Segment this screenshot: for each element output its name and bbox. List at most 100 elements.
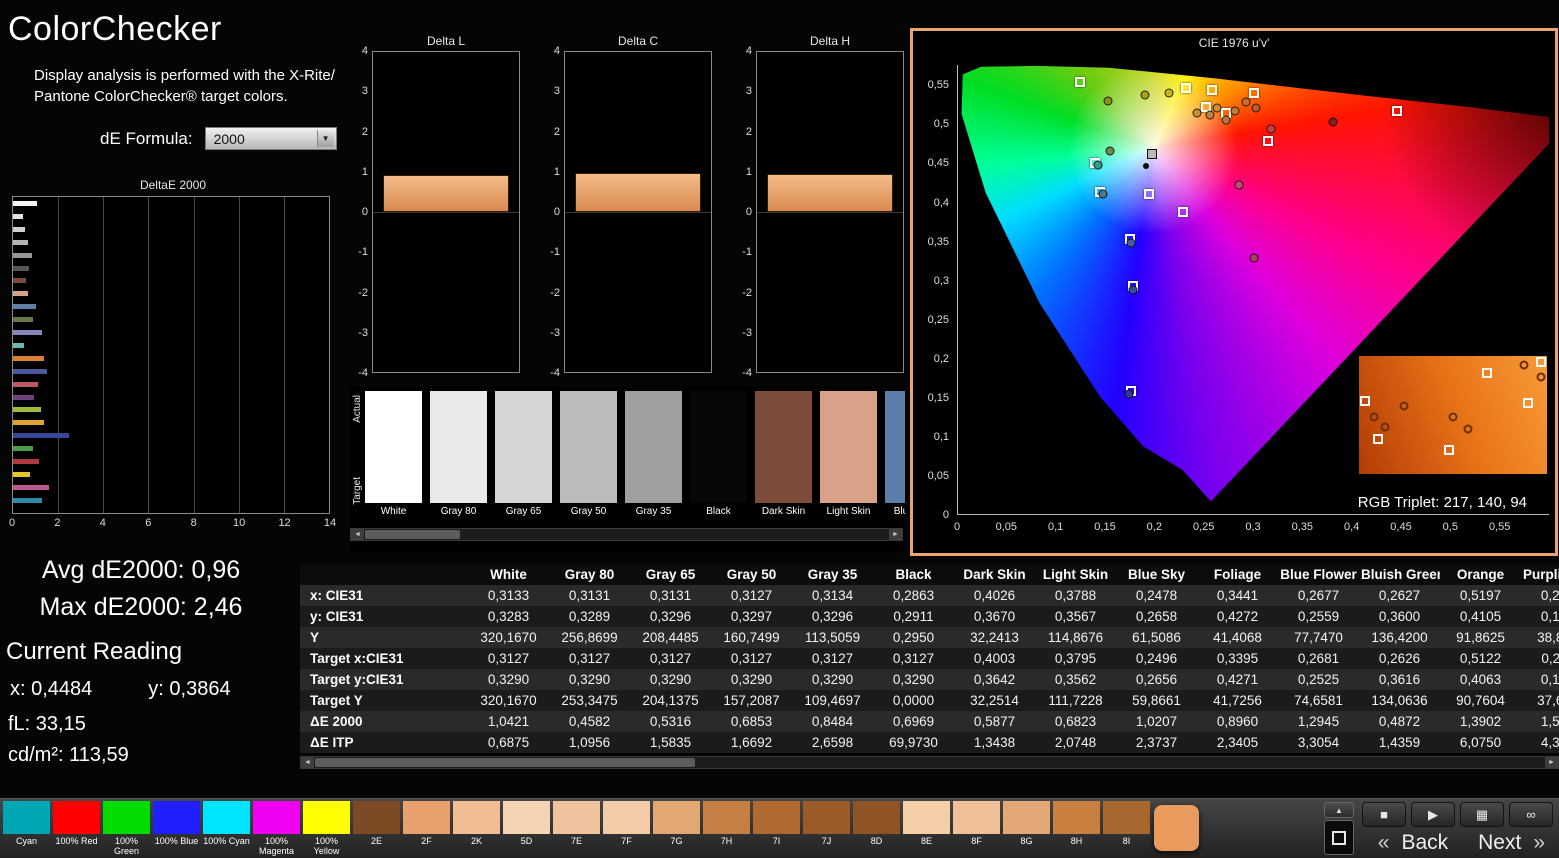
cie-measurement-marker: [1328, 117, 1338, 127]
axis-tick-label: 0,45: [1390, 521, 1412, 533]
deltae-bar: [13, 459, 40, 464]
axis-tick-label: 2: [361, 125, 368, 138]
cie-white-point-marker: [1147, 148, 1158, 159]
patch-label: 8F: [971, 836, 982, 846]
patch-label: 100% Cyan: [203, 836, 250, 846]
cie-measurement-marker: [1103, 96, 1113, 106]
patch-button-8f[interactable]: 8F: [952, 801, 1001, 858]
deltae-bar: [13, 278, 27, 284]
chart-title: Delta C: [617, 34, 658, 48]
rgb-triplet-readout: RGB Triplet: 217, 140, 94: [1357, 494, 1527, 511]
cie-measurement-marker: [1212, 103, 1222, 113]
patch-button-2k[interactable]: 2K: [452, 801, 501, 858]
axis-tick-label: 0: [361, 206, 368, 218]
table-cell: 0,2626: [1378, 651, 1421, 666]
gridline: [329, 197, 330, 513]
patch-color: [1003, 801, 1050, 834]
chart-plot: [564, 51, 712, 373]
patch-color: [53, 801, 100, 834]
axis-tick-label: -1: [742, 246, 752, 259]
patch-button-8i[interactable]: 8I: [1102, 801, 1151, 858]
axis-tick-label: 0,25: [927, 313, 949, 326]
patch-button-100-magenta[interactable]: 100% Magenta: [252, 801, 301, 858]
table-cell: 0,6969: [892, 714, 935, 729]
patch-button-8g[interactable]: 8G: [1002, 801, 1051, 858]
patch-button-2e[interactable]: 2E: [352, 801, 401, 858]
meter-button[interactable]: ▦: [1460, 802, 1504, 827]
play-button[interactable]: ▶: [1411, 802, 1455, 827]
patch-button-8h[interactable]: 8H: [1052, 801, 1101, 858]
table-cell: 0,2131: [1540, 588, 1559, 603]
scrollbar-thumb[interactable]: [315, 758, 695, 767]
patch-label: 7F: [621, 836, 632, 846]
table-row-label: Y: [310, 630, 320, 645]
chevron-down-icon[interactable]: ▼: [316, 130, 334, 147]
table-cell: 0,4003: [973, 651, 1016, 666]
axis-tick-label: 4: [99, 517, 106, 529]
table-cell: 113,5059: [804, 630, 861, 645]
continuous-measure-button[interactable]: ∞: [1509, 802, 1553, 827]
scrollbar-thumb[interactable]: [365, 530, 460, 539]
table-cell: 2,3405: [1216, 735, 1259, 750]
de-formula-dropdown[interactable]: 2000 ▼: [204, 127, 337, 150]
table-cell: 0,2118: [1541, 651, 1559, 666]
cie-chart-title: CIE 1976 u'v': [1198, 36, 1270, 50]
scroll-left-icon[interactable]: ◄: [351, 529, 364, 540]
cie-measurement-marker: [1140, 90, 1150, 100]
next-chevron-icon: »: [1533, 830, 1545, 854]
next-button[interactable]: Next »: [1470, 831, 1553, 855]
table-cell: 0,5197: [1459, 588, 1502, 603]
patch-button-5d[interactable]: 5D: [502, 801, 551, 858]
patch-label: 8G: [1020, 836, 1033, 846]
patch-button-100-cyan[interactable]: 100% Cyan: [202, 801, 251, 858]
table-cell: 0,3127: [730, 588, 773, 603]
chart-title: Delta H: [809, 34, 850, 48]
patch-button-7e[interactable]: 7E: [552, 801, 601, 858]
patch-button-2f[interactable]: 2F: [402, 801, 451, 858]
patch-button-100-green[interactable]: 100% Green: [102, 801, 151, 858]
delta-lch-charts: Delta L 4 3 2 1 0 -1 -2 -3 -4 Delta C 4 3 2 1 0 -1 -2 -3 -4…: [352, 34, 904, 379]
patch-button-100-yellow[interactable]: 100% Yellow: [302, 801, 351, 858]
scrollbar-track[interactable]: [364, 529, 889, 540]
table-cell: 0,3127: [487, 651, 530, 666]
deltae2000-chart-title: DeltaE 2000: [139, 178, 207, 192]
patch-color: [403, 801, 450, 834]
patch-button-7j[interactable]: 7J: [802, 801, 851, 858]
patch-button-8d[interactable]: 8D: [852, 801, 901, 858]
patch-button-8j[interactable]: 8J: [1152, 801, 1201, 858]
axis-tick-label: 0,1: [933, 430, 949, 443]
layout-button[interactable]: [1324, 820, 1354, 855]
patch-label: 100% Red: [55, 836, 98, 846]
patch-button-100-red[interactable]: 100% Red: [52, 801, 101, 858]
patch-label: 8E: [920, 836, 932, 846]
deltae-bar: [13, 252, 33, 258]
patch-button-7h[interactable]: 7H: [702, 801, 751, 858]
table-cell: 1,5105: [1540, 714, 1559, 729]
patch-button-cyan[interactable]: Cyan: [2, 801, 51, 858]
patch-button-7i[interactable]: 7I: [752, 801, 801, 858]
swatch-strip-scrollbar[interactable]: ◄ ►: [350, 528, 903, 541]
table-cell: 0,3134: [811, 588, 854, 603]
deltae2000-chart: DeltaE 2000 0 2 4 6 8 10 12 14: [9, 178, 336, 533]
inset-measurement-marker: [1448, 412, 1458, 422]
swatch-label: Black: [706, 506, 731, 517]
stop-button[interactable]: ■: [1362, 802, 1406, 827]
back-chevron-icon: «: [1377, 830, 1390, 854]
patch-button-100-blue[interactable]: 100% Blue: [152, 801, 201, 858]
patch-button-7f[interactable]: 7F: [602, 801, 651, 858]
inset-target-marker: [1536, 356, 1547, 367]
back-button[interactable]: « Back: [1370, 831, 1456, 855]
scroll-right-icon[interactable]: ►: [1545, 757, 1558, 768]
scrollbar-track[interactable]: [314, 757, 1545, 768]
table-cell: 160,7499: [723, 630, 780, 645]
chart-y-axis: 4 3 2 1 0 -1 -2 -3 -4: [544, 45, 564, 379]
next-label: Next: [1478, 830, 1522, 854]
scroll-up-button[interactable]: ▲: [1324, 802, 1354, 818]
table-scrollbar[interactable]: ◄ ►: [300, 756, 1559, 769]
patch-button-8e[interactable]: 8E: [902, 801, 951, 858]
axis-tick-label: -4: [550, 367, 560, 379]
table-cell: 3,3054: [1297, 735, 1340, 750]
patch-button-7g[interactable]: 7G: [652, 801, 701, 858]
scroll-left-icon[interactable]: ◄: [301, 757, 314, 768]
scroll-right-icon[interactable]: ►: [889, 529, 902, 540]
